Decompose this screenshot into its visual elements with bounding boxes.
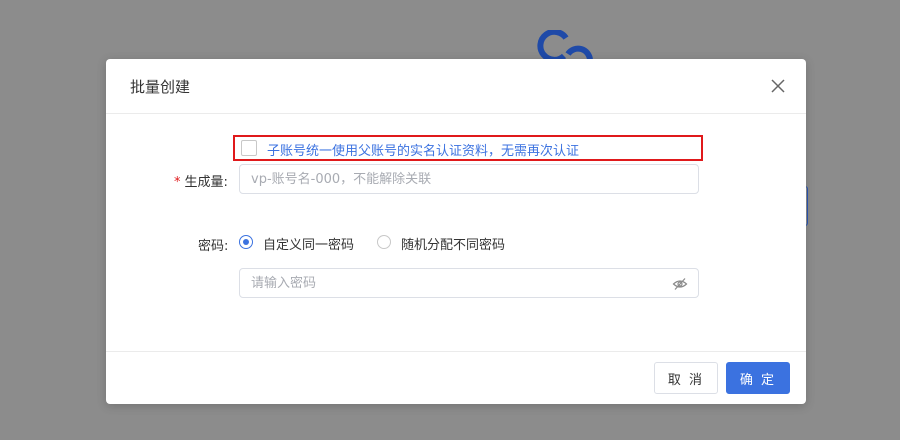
dialog-footer: 取 消 确 定 (106, 351, 806, 405)
background-logo-icon (532, 28, 594, 63)
inherit-verification-option: 子账号统一使用父账号的实名认证资料，无需再次认证 (233, 135, 703, 161)
quantity-input[interactable] (239, 164, 699, 194)
quantity-label-text: 生成量: (184, 175, 228, 190)
radio-custom-password-label[interactable]: 自定义同一密码 (263, 234, 354, 253)
inherit-verification-checkbox[interactable] (241, 140, 257, 156)
radio-random-password[interactable] (377, 235, 391, 249)
radio-random-password-label[interactable]: 随机分配不同密码 (401, 234, 505, 253)
password-label: 密码: (198, 239, 229, 254)
quantity-label: * 生成量: (174, 171, 228, 190)
cancel-button[interactable]: 取 消 (654, 362, 718, 394)
inherit-verification-label[interactable]: 子账号统一使用父账号的实名认证资料，无需再次认证 (267, 140, 579, 159)
required-mark: * (174, 175, 181, 190)
close-icon[interactable] (768, 76, 788, 96)
radio-custom-password[interactable] (239, 235, 253, 249)
confirm-button[interactable]: 确 定 (726, 362, 790, 394)
dialog-title: 批量创建 (130, 78, 191, 96)
batch-create-dialog: 批量创建 子账号统一使用父账号的实名认证资料，无需再次认证 *生成量: 密码: … (106, 59, 806, 404)
password-input[interactable] (239, 268, 699, 298)
eye-off-icon[interactable] (672, 276, 688, 292)
dialog-header: 批量创建 (106, 59, 806, 114)
